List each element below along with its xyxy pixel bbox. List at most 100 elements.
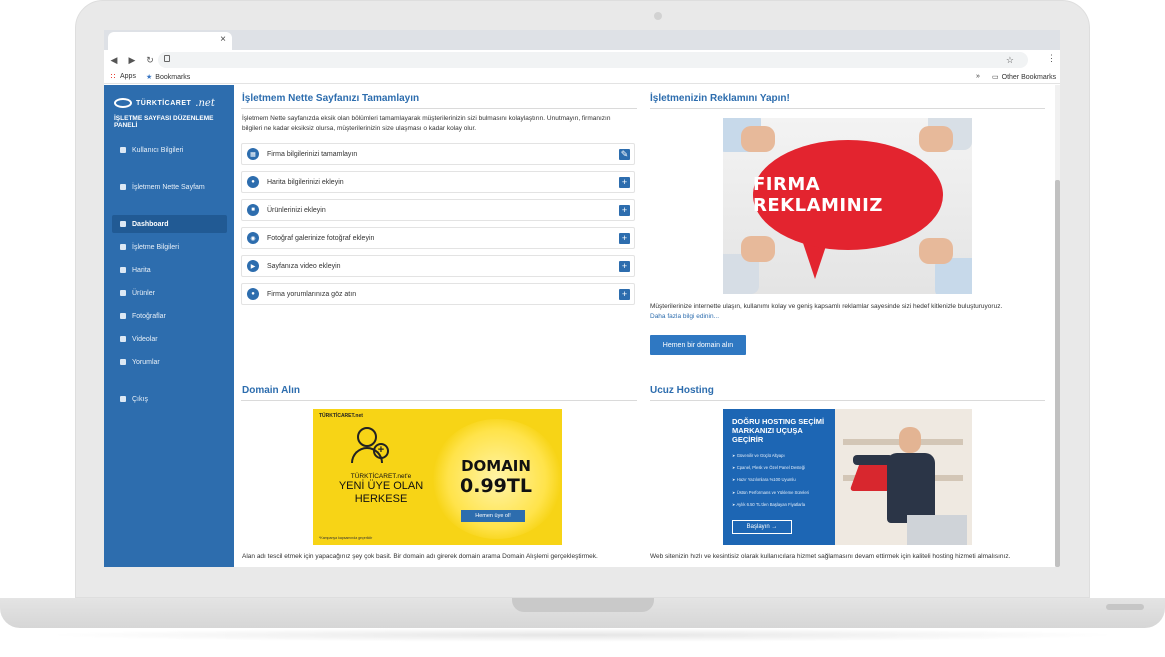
scrollbar-thumb[interactable] [1055,180,1060,567]
hand-shape [919,238,953,264]
task-map-info[interactable]: ● Harita bilgilerinizi ekleyin + [241,171,635,193]
hand-shape [741,236,775,262]
bookmark-star-icon[interactable]: ☆ [1006,55,1014,66]
site-logo[interactable]: TÜRKTİCARET .net [114,95,226,111]
add-button[interactable]: + [619,289,630,300]
banner-line: HERKESE [354,493,408,505]
panel-title: İŞLETME SAYFASI DÜZENLEME PANELİ [114,115,214,129]
hosting-title: Ucuz Hosting [650,385,714,396]
user-icon [120,147,126,153]
feature-text: Üstün Performans ve Yükleme Süreleri [736,489,809,495]
bookmark-other[interactable]: ▭ Other Bookmarks [992,73,1056,82]
banner-title: DOĞRU HOSTING SEÇİMİ MARKANIZI UÇUŞA GEÇ… [732,417,825,444]
hand-shape [919,126,953,152]
task-products[interactable]: ■ Ürünlerinizi ekleyin + [241,199,635,221]
feature-list: ➤ Güvenilir ve Güçlü Altyapı ➤ Cpanel, P… [732,453,832,514]
comment-icon: ● [247,288,259,300]
superhero-figure [849,427,939,527]
sidebar-item-my-page[interactable]: İşletmem Nette Sayfam [112,178,227,196]
more-info-link[interactable]: Daha fazla bilgi edinin... [650,313,719,320]
reload-icon[interactable]: ↻ [142,55,158,66]
banner-line: TÜRKTİCARET.net'e [350,473,412,480]
advertise-description: Müşterilerinize internette ulaşın, kulla… [650,303,1003,310]
feature-item: ➤ Hazır Yazılımlara %100 Uyumlu [732,477,796,483]
divider [650,400,1045,401]
browser-tab[interactable]: × [108,32,232,50]
feature-item: ➤ Aylık 6.50 TL'den Başlayan Fiyatlarla [732,501,806,507]
add-button[interactable]: + [619,205,630,216]
feature-item: ➤ Üstün Performans ve Yükleme Süreleri [732,489,809,495]
tab-strip: × [104,30,1060,50]
task-company-info[interactable]: ▦ Firma bilgilerinizi tamamlayın ✎ [241,143,635,165]
sidebar-item-products[interactable]: Ürünler [112,284,227,302]
sidebar-item-dashboard[interactable]: Dashboard [112,215,227,233]
sidebar: TÜRKTİCARET .net İŞLETME SAYFASI DÜZENLE… [104,85,234,567]
task-reviews[interactable]: ● Firma yorumlarınıza göz atın + [241,283,635,305]
add-button[interactable]: + [619,261,630,272]
sidebar-item-logout[interactable]: Çıkış [112,390,227,408]
address-input[interactable]: ☆ [158,52,1028,68]
external-link-icon [120,184,126,190]
task-videos[interactable]: ▶ Sayfanıza video ekleyin + [241,255,635,277]
signup-button[interactable]: Hemen üye ol! [461,510,525,522]
sidebar-item-map[interactable]: Harita [112,261,227,279]
start-button[interactable]: Başlayın → [732,520,792,534]
back-icon[interactable]: ◀ [106,55,122,66]
hosting-banner[interactable]: DOĞRU HOSTING SEÇİMİ MARKANIZI UÇUŞA GEÇ… [723,409,972,545]
domain-banner[interactable]: TÜRKTİCARET.net + TÜRKTİCARET.net'e YENİ… [313,409,562,545]
divider [241,108,637,109]
bookmarks-overflow[interactable]: » [976,73,980,80]
complete-page-description: İşletmem Nette sayfanızda eksik olan böl… [242,115,611,132]
hosting-description: Web sitenizin hızlı ve kesintisiz olarak… [650,553,1011,560]
plus-icon: + [373,443,389,459]
logo-ring-icon [114,98,132,108]
camera-dot [654,12,662,20]
folder-icon: ▭ [992,74,999,81]
camera-icon: ◉ [247,232,259,244]
task-photos[interactable]: ◉ Fotoğraf galerinize fotoğraf ekleyin + [241,227,635,249]
map-pin-icon: ● [247,176,259,188]
feature-text: Hazır Yazılımlara %100 Uyumlu [736,477,796,483]
add-button[interactable]: + [619,233,630,244]
advertise-image: FIRMA REKLAMINIZ [723,118,972,294]
menu-icon[interactable]: ⋮ [1047,53,1056,64]
hand-shape [741,126,775,152]
edit-button[interactable]: ✎ [619,149,630,160]
laptop-foot [1106,604,1144,610]
add-button[interactable]: + [619,177,630,188]
video-icon [120,336,126,342]
speech-bubble-tail [803,243,827,279]
scrollbar[interactable] [1055,85,1060,567]
forward-icon[interactable]: ▶ [124,55,140,66]
feature-item: ➤ Cpanel, Plesk ve Özel Panel Desteği [732,465,806,471]
web-page: TÜRKTİCARET .net İŞLETME SAYFASI DÜZENLE… [104,85,1060,567]
sidebar-item-business-info[interactable]: İşletme Bilgileri [112,238,227,256]
buy-domain-button[interactable]: Hemen bir domain alın [650,335,746,355]
company-icon: ▦ [247,148,259,160]
laptop-shadow [40,628,1125,642]
speech-bubble: FIRMA REKLAMINIZ [753,140,943,250]
banner-logo: TÜRKTİCARET.net [319,413,363,419]
sidebar-item-videos[interactable]: Videolar [112,330,227,348]
price-value: 0.99TL [460,475,532,497]
sidebar-item-reviews[interactable]: Yorumlar [112,353,227,371]
domain-description: Alan adı tescil etmek için yapacağınız ş… [242,553,598,560]
head-shape [899,427,921,453]
star-icon: ★ [146,74,153,81]
bookmark-apps[interactable]: Apps [110,73,136,80]
banner-line: YENİ ÜYE OLAN [338,480,424,492]
bookmarks-bar: Apps ★ Bookmarks » ▭ Other Bookmarks [104,70,1060,84]
dashboard-icon [120,221,126,227]
domain-title: Domain Alın [242,385,300,396]
banner-headline: TÜRKTİCARET.net'e YENİ ÜYE OLAN HERKESE [325,473,437,506]
lock-icon [164,55,170,62]
info-card-icon [120,244,126,250]
bookmark-bookmarks[interactable]: ★ Bookmarks [146,73,190,82]
image-icon [120,313,126,319]
feature-item: ➤ Güvenilir ve Güçlü Altyapı [732,453,785,458]
sidebar-item-user-info[interactable]: Kullanıcı Bilgileri [112,141,227,159]
sidebar-item-photos[interactable]: Fotoğraflar [112,307,227,325]
browser-window: × ◀ ▶ ↻ ☆ ⋮ Apps ★ Bookmarks » ▭ Other B… [104,30,1060,567]
close-tab-icon[interactable]: × [220,34,226,45]
main-content: İşletmem Nette Sayfanızı Tamamlayın İşle… [234,85,1060,567]
